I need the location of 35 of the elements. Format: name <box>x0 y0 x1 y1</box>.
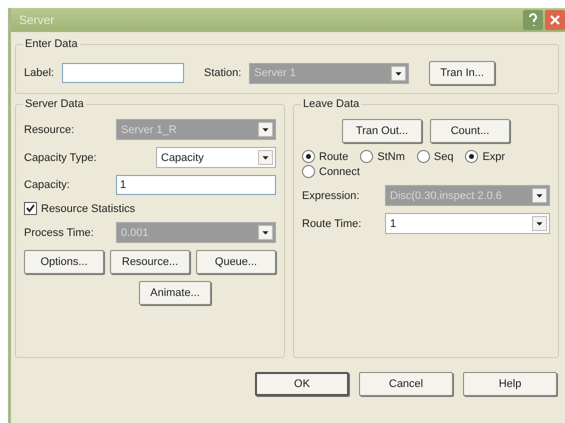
dropdown-field[interactable]: Capacity <box>156 147 276 168</box>
dialog-button[interactable]: Tran Out... <box>342 119 422 143</box>
field-label: Expression: <box>302 190 360 202</box>
window-title: Server <box>19 13 54 27</box>
field-label: Route Time: <box>302 218 362 230</box>
radio-option[interactable]: StNm <box>360 150 405 163</box>
dropdown-field[interactable]: 1 <box>385 213 550 234</box>
dialog-button[interactable]: Queue... <box>196 250 276 274</box>
tran-in-button[interactable]: Tran In... <box>429 61 495 85</box>
help-icon[interactable] <box>523 10 543 30</box>
radio-option[interactable]: Connect <box>302 165 360 178</box>
animate-button[interactable]: Animate... <box>139 281 211 305</box>
dialog-button[interactable]: OK <box>255 372 349 396</box>
field-label: Resource: <box>24 124 74 136</box>
dialog-button[interactable]: Resource... <box>110 250 190 274</box>
group-title: Leave Data <box>301 98 362 110</box>
group-title: Enter Data <box>23 38 80 50</box>
field-label: Station: <box>204 67 242 79</box>
close-icon[interactable] <box>545 10 565 30</box>
radio-option[interactable]: Expr <box>465 150 506 163</box>
dialog-button[interactable]: Count... <box>430 119 510 143</box>
dialog-button[interactable]: Cancel <box>359 372 453 396</box>
field-label: Label: <box>24 67 54 79</box>
dialog-button[interactable]: Help <box>463 372 557 396</box>
group-title: Server Data <box>23 98 86 110</box>
radio-option[interactable]: Seq <box>416 150 454 163</box>
field-label: Capacity: <box>24 179 70 191</box>
label-input[interactable] <box>62 63 184 83</box>
capacity-input[interactable]: 1 <box>116 175 276 195</box>
field-label: Capacity Type: <box>24 152 97 164</box>
dialog-button[interactable]: Options... <box>24 250 104 274</box>
checkbox-label: Resource Statistics <box>41 202 136 214</box>
field-label: Process Time: <box>24 226 94 238</box>
checkbox[interactable] <box>24 202 37 215</box>
radio-option[interactable]: Route <box>302 150 348 163</box>
